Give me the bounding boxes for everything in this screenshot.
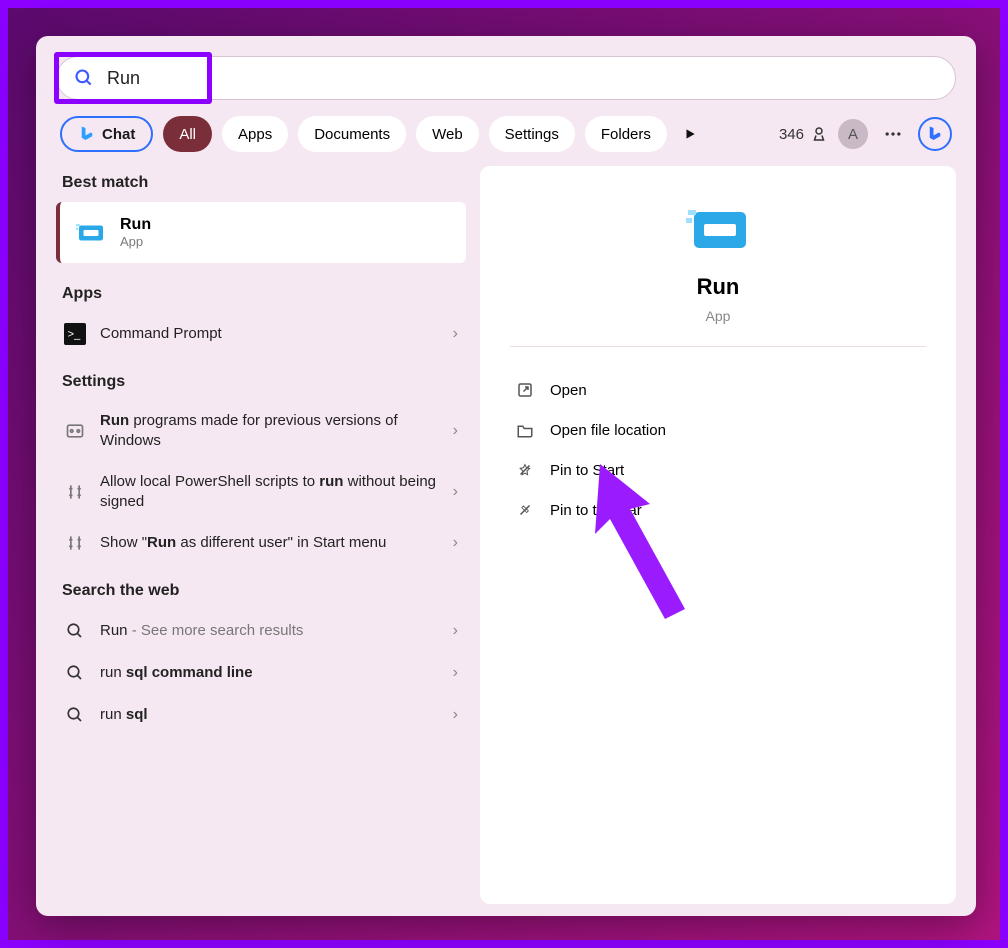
run-icon: [76, 222, 106, 244]
result-command-prompt[interactable]: >_ Command Prompt ›: [56, 313, 466, 355]
best-match-card[interactable]: Run App: [56, 202, 466, 263]
bing-chat-button[interactable]: [918, 117, 952, 151]
cmd-icon: >_: [64, 323, 86, 345]
action-pin-to-start[interactable]: Pin to Start: [510, 451, 926, 489]
search-web-heading: Search the web: [56, 574, 466, 610]
filter-folders[interactable]: Folders: [585, 116, 667, 152]
action-open-file-location[interactable]: Open file location: [510, 411, 926, 449]
search-bar: [56, 56, 956, 100]
action-open[interactable]: Open: [510, 371, 926, 409]
chevron-right-icon: ›: [453, 422, 458, 440]
svg-text:>_: >_: [68, 329, 81, 341]
result-label: Command Prompt: [100, 324, 439, 344]
chevron-right-icon: ›: [453, 483, 458, 501]
run-icon-large: [686, 206, 750, 254]
result-run-compatibility[interactable]: Run programs made for previous versions …: [56, 401, 466, 462]
settings-item-icon: [64, 420, 86, 442]
action-label: Open file location: [550, 422, 666, 439]
search-icon: [64, 704, 86, 726]
detail-subtitle: App: [706, 308, 731, 324]
action-pin-to-taskbar[interactable]: Pin to taskbar: [510, 491, 926, 529]
chevron-right-icon: ›: [453, 706, 458, 724]
results-column: Best match Run App Apps >_ Command Prom: [56, 166, 466, 904]
filter-row: Chat All Apps Documents Web Settings Fol…: [56, 116, 956, 152]
result-run-as-different-user[interactable]: Show "Run as different user" in Start me…: [56, 522, 466, 564]
search-icon: [64, 662, 86, 684]
filter-settings[interactable]: Settings: [489, 116, 575, 152]
bing-icon: [78, 125, 96, 143]
web-result-run[interactable]: Run - See more search results ›: [56, 610, 466, 652]
settings-item-icon: [64, 532, 86, 554]
web-result-sql[interactable]: run sql ›: [56, 694, 466, 736]
chat-pill[interactable]: Chat: [60, 116, 153, 152]
best-match-title: Run: [120, 216, 151, 234]
filters-overflow-icon[interactable]: [683, 127, 697, 141]
detail-title: Run: [697, 274, 740, 300]
result-label: run sql: [100, 705, 439, 725]
chevron-right-icon: ›: [453, 534, 458, 552]
filter-all[interactable]: All: [163, 116, 212, 152]
apps-heading: Apps: [56, 277, 466, 313]
best-match-heading: Best match: [56, 166, 466, 202]
result-label: run sql command line: [100, 663, 439, 683]
more-button[interactable]: [878, 119, 908, 149]
result-powershell-scripts[interactable]: Allow local PowerShell scripts to run wi…: [56, 462, 466, 523]
action-label: Open: [550, 382, 587, 399]
action-label: Pin to Start: [550, 462, 624, 479]
filter-documents[interactable]: Documents: [298, 116, 406, 152]
avatar[interactable]: A: [838, 119, 868, 149]
detail-actions: Open Open file location Pin to Start Pin…: [510, 371, 926, 529]
search-icon: [64, 620, 86, 642]
chevron-right-icon: ›: [453, 622, 458, 640]
best-match-subtitle: App: [120, 234, 151, 249]
trophy-icon: [810, 125, 828, 143]
web-result-sql-command-line[interactable]: run sql command line ›: [56, 652, 466, 694]
result-label: Allow local PowerShell scripts to run wi…: [100, 472, 439, 513]
chevron-right-icon: ›: [453, 664, 458, 682]
settings-heading: Settings: [56, 365, 466, 401]
result-label: Show "Run as different user" in Start me…: [100, 533, 439, 553]
search-input[interactable]: [56, 56, 956, 100]
rewards-score[interactable]: 346: [779, 125, 828, 143]
action-label: Pin to taskbar: [550, 502, 642, 519]
detail-pane: Run App Open Open file location Pin to S…: [480, 166, 956, 904]
start-search-panel: Chat All Apps Documents Web Settings Fol…: [36, 36, 976, 916]
chevron-right-icon: ›: [453, 325, 458, 343]
filter-apps[interactable]: Apps: [222, 116, 288, 152]
result-label: Run programs made for previous versions …: [100, 411, 439, 452]
chat-label: Chat: [102, 126, 135, 143]
search-icon: [74, 68, 94, 88]
filter-web[interactable]: Web: [416, 116, 479, 152]
settings-item-icon: [64, 481, 86, 503]
result-label: Run - See more search results: [100, 621, 439, 641]
